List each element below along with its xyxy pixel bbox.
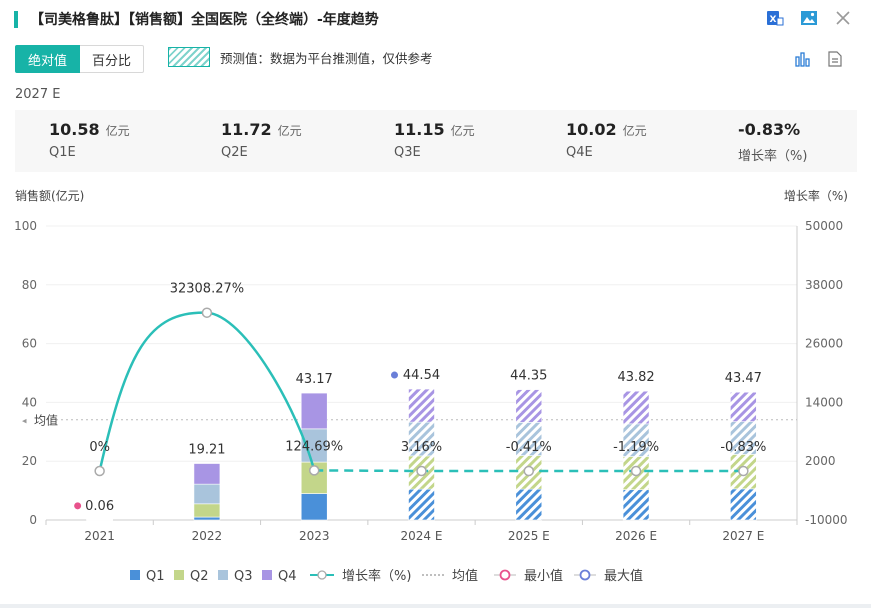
growth-point	[630, 465, 642, 477]
legend-label: 最小值	[524, 568, 563, 584]
legend-label: Q2	[190, 569, 209, 584]
bar-q1	[193, 516, 221, 521]
total-label: 44.54	[403, 368, 440, 383]
bar-q1	[300, 493, 328, 521]
bar-q4	[300, 392, 328, 430]
y-tick-label-right: 38000	[805, 278, 843, 292]
y-tick-label-right: 14000	[805, 395, 843, 409]
growth-label: 124.69%	[285, 439, 343, 454]
x-tick-label: 2021	[84, 529, 115, 543]
y-tick-label-right: -10000	[805, 513, 848, 527]
average-marker: ◂	[22, 417, 27, 427]
legend-label: 均值	[452, 568, 478, 584]
total-label: 43.47	[725, 371, 762, 386]
sales-trend-chart: 销售额(亿元) 增长率（%) 0 20 40 60 80 100 -10000 2000 14000…	[14, 188, 848, 584]
total-label: 44.35	[510, 369, 547, 384]
bar-q4	[730, 391, 757, 422]
y-axis-title-right: 增长率（%)	[784, 188, 848, 203]
legend-circle	[579, 569, 591, 581]
y-tick-label-left: 40	[22, 395, 37, 409]
y-tick-label-right: 2000	[805, 454, 836, 468]
y-tick-label-left: 0	[29, 513, 37, 527]
total-label: 43.82	[617, 370, 654, 385]
min-marker	[74, 502, 82, 510]
legend-circle	[499, 569, 511, 581]
legend-label: Q3	[234, 569, 253, 584]
x-tick-label: 2024 E	[401, 529, 443, 543]
y-tick-label-left: 20	[22, 454, 37, 468]
growth-label: -1.19%	[613, 440, 659, 455]
legend-label: 增长率（%)	[342, 568, 411, 584]
growth-label: -0.83%	[720, 440, 766, 455]
growth-point	[94, 465, 105, 477]
x-tick-label: 2026 E	[615, 529, 657, 543]
growth-point	[416, 465, 427, 477]
growth-label: -0.41%	[506, 440, 552, 455]
y-tick-label-right: 26000	[805, 337, 843, 351]
bar-q1	[515, 488, 543, 521]
x-tick-label: 2027 E	[722, 529, 764, 543]
x-tick-label: 2025 E	[508, 529, 550, 543]
total-label: 0.06	[85, 499, 114, 514]
growth-point	[201, 307, 213, 318]
legend-label: Q4	[278, 569, 297, 584]
growth-point	[308, 465, 320, 476]
bar-q1	[408, 488, 435, 521]
average-label: 均值	[34, 413, 58, 428]
legend-swatch	[262, 570, 272, 580]
y-axis-title-left: 销售额(亿元)	[15, 188, 84, 203]
total-label: 19.21	[188, 443, 225, 458]
y-tick-label-left: 80	[22, 278, 37, 292]
bar-q3	[193, 483, 221, 505]
legend-swatch	[130, 570, 140, 580]
bar-q4	[515, 389, 543, 423]
y-tick-label-left: 60	[22, 337, 37, 351]
growth-label: 32308.27%	[170, 282, 244, 297]
total-label: 43.17	[296, 372, 333, 387]
growth-label: 0%	[89, 440, 110, 455]
y-tick-label-right: 50000	[805, 219, 843, 233]
growth-label: 3.16%	[401, 440, 442, 455]
bar-q4	[193, 463, 221, 485]
bar-q1	[730, 488, 757, 521]
legend-swatch	[174, 570, 184, 580]
legend-swatch	[218, 570, 228, 580]
bar-q4	[622, 390, 650, 425]
x-tick-label: 2023	[299, 529, 330, 543]
max-marker	[391, 371, 398, 379]
bar-q1	[622, 489, 650, 521]
bar-q2	[193, 503, 221, 518]
footer-bar	[0, 604, 871, 608]
y-tick-label-left: 100	[14, 219, 37, 233]
growth-point	[523, 465, 535, 477]
x-tick-label: 2022	[192, 529, 223, 543]
legend-label: Q1	[146, 569, 165, 584]
legend-point	[317, 570, 327, 580]
growth-point	[738, 465, 749, 477]
legend-label: 最大值	[604, 568, 643, 584]
bar-q4	[408, 388, 435, 423]
